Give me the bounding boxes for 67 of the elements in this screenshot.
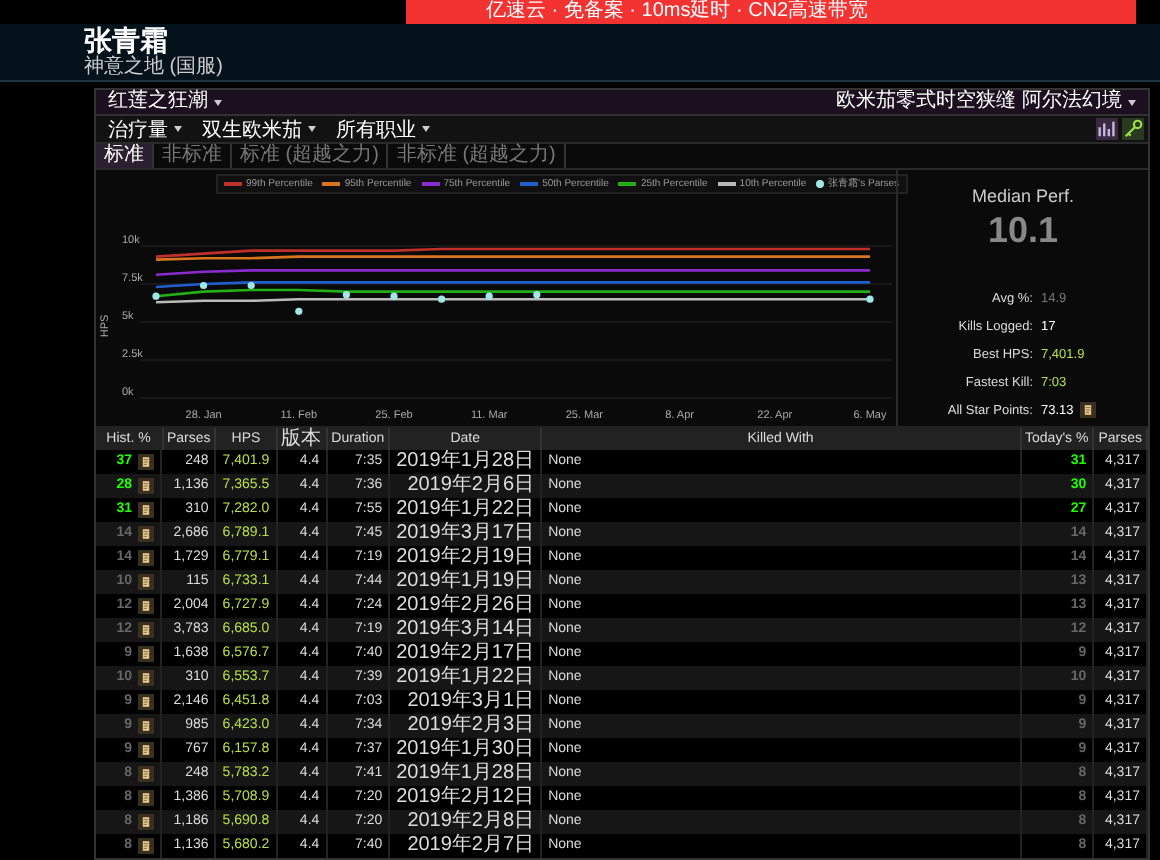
date-cell: 2019年2月8日 xyxy=(389,810,542,834)
parse-point[interactable] xyxy=(438,295,446,303)
date-cell: 2019年1月22日 xyxy=(389,498,542,522)
filter-menu[interactable]: 治疗量 xyxy=(108,115,182,143)
date-cell: 2019年3月17日 xyxy=(389,522,542,546)
date-cell: 2019年1月22日 xyxy=(389,666,542,690)
date-cell: 2019年1月19日 xyxy=(389,570,542,594)
date-cell: 2019年2月12日 xyxy=(389,786,542,810)
tab[interactable]: 标准 (超越之力) xyxy=(232,144,389,168)
document-icon[interactable] xyxy=(138,694,154,710)
filter-label: 所有职业 xyxy=(336,117,416,143)
parse-point[interactable] xyxy=(152,292,160,300)
document-icon[interactable] xyxy=(138,838,154,854)
document-icon[interactable] xyxy=(138,526,154,542)
column-header[interactable]: 版本 xyxy=(276,428,327,450)
document-icon[interactable] xyxy=(138,766,154,782)
document-icon[interactable] xyxy=(138,790,154,806)
document-icon[interactable] xyxy=(138,622,154,638)
parse-point[interactable] xyxy=(342,291,350,299)
caret-icon xyxy=(174,126,182,132)
caret-icon xyxy=(308,126,316,132)
date-cell: 2019年2月6日 xyxy=(389,474,542,498)
server-name: 神意之地 (国服) xyxy=(84,56,225,78)
date-cell: 2019年1月28日 xyxy=(389,762,542,786)
tab[interactable]: 标准 xyxy=(96,144,154,168)
document-icon[interactable] xyxy=(138,478,154,494)
document-icon[interactable] xyxy=(138,574,154,590)
date-cell: 2019年2月26日 xyxy=(389,594,542,618)
date-cell: 2019年3月14日 xyxy=(389,618,542,642)
document-icon[interactable] xyxy=(138,454,154,470)
summary-title: Median Perf. xyxy=(971,186,1075,206)
date-cell: 2019年1月30日 xyxy=(389,738,542,762)
parse-point[interactable] xyxy=(200,281,208,290)
caret-icon xyxy=(422,126,430,132)
parse-point[interactable] xyxy=(866,295,874,303)
tab[interactable]: 非标准 (超越之力) xyxy=(388,144,566,168)
document-icon[interactable] xyxy=(1079,402,1096,418)
document-icon[interactable] xyxy=(138,742,154,758)
document-icon[interactable] xyxy=(138,550,154,566)
filter-menu[interactable]: 双生欧米茄 xyxy=(202,115,316,143)
filter-label: 双生欧米茄 xyxy=(202,117,302,143)
bar-chart-icon[interactable] xyxy=(1096,118,1118,140)
parse-point[interactable] xyxy=(533,291,541,299)
filter-label: 治疗量 xyxy=(108,117,168,143)
median-value: 10.1 xyxy=(987,210,1059,252)
date-cell: 2019年2月3日 xyxy=(389,714,542,738)
date-cell: 2019年3月1日 xyxy=(389,690,542,714)
caret-icon xyxy=(1128,99,1136,105)
key-icon[interactable] xyxy=(1122,118,1144,140)
parse-point[interactable] xyxy=(247,281,255,290)
date-cell: 2019年2月7日 xyxy=(389,834,542,858)
document-icon[interactable] xyxy=(138,598,154,614)
character-name: 张青霜 xyxy=(84,26,170,56)
date-cell: 2019年2月17日 xyxy=(389,642,542,666)
document-icon[interactable] xyxy=(138,670,154,686)
tab[interactable]: 非标准 xyxy=(154,144,232,168)
document-icon[interactable] xyxy=(138,814,154,830)
parse-point[interactable] xyxy=(295,307,303,315)
document-icon[interactable] xyxy=(138,718,154,734)
date-cell: 2019年2月19日 xyxy=(389,546,542,570)
document-icon[interactable] xyxy=(138,646,154,662)
filter-menu[interactable]: 所有职业 xyxy=(336,115,430,143)
parse-point[interactable] xyxy=(390,292,398,300)
document-icon[interactable] xyxy=(138,502,154,518)
caret-icon xyxy=(214,99,222,105)
date-cell: 2019年1月28日 xyxy=(389,450,542,474)
parse-point[interactable] xyxy=(485,292,493,300)
